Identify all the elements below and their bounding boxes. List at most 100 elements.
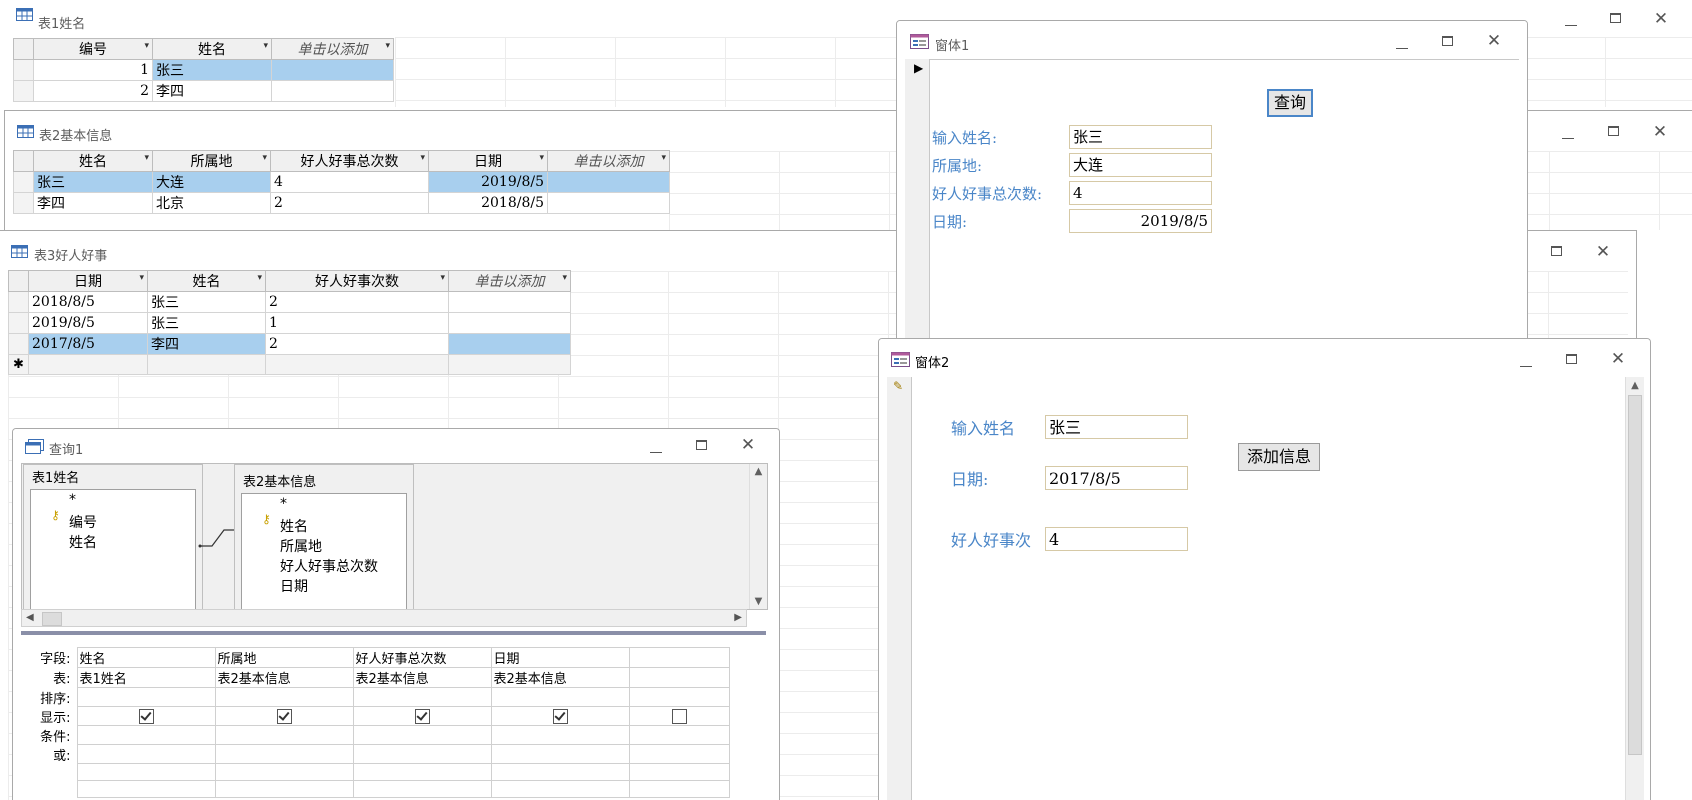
grid-cell-table[interactable]: 表1姓名 [76, 667, 216, 688]
show-checkbox[interactable] [671, 708, 687, 724]
minimize-icon[interactable] [645, 439, 667, 457]
select-all[interactable] [8, 270, 29, 292]
add-info-button[interactable]: 添加信息 [1238, 443, 1320, 471]
grid-cell-empty[interactable] [628, 780, 730, 798]
restore-icon[interactable] [1561, 351, 1583, 369]
table-row[interactable]: 1 张三 [13, 59, 394, 81]
grid-cell-sort[interactable] [214, 687, 354, 707]
field-item-name[interactable]: 姓名 [280, 516, 308, 536]
minimize-icon[interactable] [1515, 353, 1537, 371]
close-icon[interactable]: ✕ [1607, 350, 1629, 368]
grid-cell-or[interactable] [490, 744, 630, 764]
grid-cell-or[interactable] [214, 744, 354, 764]
grid-cell-or[interactable] [352, 744, 492, 764]
col-header-date[interactable]: 日期 ▾ [28, 270, 148, 292]
cell-date[interactable]: 2017/8/5 [28, 333, 148, 355]
query1-titlebar[interactable]: 查询1 ✕ [13, 429, 779, 459]
table1-datasheet[interactable]: 编号 ▾ 姓名 ▾ 单击以添加 ▾ 1 张三 2 李四 [13, 38, 394, 102]
cell-add[interactable] [448, 312, 571, 334]
grid-cell-field[interactable] [628, 647, 730, 668]
cell-date[interactable]: 2019/8/5 [428, 171, 548, 193]
table2-datasheet[interactable]: 姓名 ▾ 所属地 ▾ 好人好事总次数 ▾ 日期 ▾ 单击以添加 ▾ 张三 大连 4 201… [13, 150, 670, 214]
grid-cell-empty[interactable] [76, 780, 216, 798]
cell-name[interactable]: 张三 [33, 171, 153, 193]
close-icon[interactable]: ✕ [1649, 123, 1671, 141]
grid-cell-empty[interactable] [628, 763, 730, 781]
cell-count[interactable]: 1 [265, 312, 449, 334]
grid-cell-table[interactable]: 表2基本信息 [352, 667, 492, 688]
close-icon[interactable]: ✕ [1483, 32, 1505, 50]
scroll-down-icon[interactable]: ▼ [750, 596, 767, 607]
cell-date[interactable]: 2018/8/5 [428, 192, 548, 214]
cell-count[interactable]: 2 [265, 291, 449, 313]
record-selector[interactable] [8, 333, 29, 355]
record-selector[interactable] [13, 192, 34, 214]
name-field[interactable]: 张三 [1045, 415, 1188, 439]
col-header-name[interactable]: 姓名 ▾ [33, 150, 153, 172]
show-checkbox[interactable] [552, 708, 568, 724]
record-selector[interactable] [13, 171, 34, 193]
record-selector[interactable] [13, 59, 34, 81]
grid-cell-criteria[interactable] [490, 725, 630, 745]
scroll-up-icon[interactable]: ▲ [1626, 380, 1644, 391]
cell-count[interactable]: 2 [270, 192, 429, 214]
date-field[interactable]: 2017/8/5 [1045, 466, 1188, 490]
record-selector[interactable] [8, 291, 29, 313]
col-header-add[interactable]: 单击以添加 ▾ [448, 270, 571, 292]
col-header-name[interactable]: 姓名 ▾ [147, 270, 266, 292]
minimize-icon[interactable] [1560, 12, 1582, 30]
close-icon[interactable]: ✕ [737, 436, 759, 454]
cell-add[interactable] [547, 192, 670, 214]
field-item-date[interactable]: 日期 [280, 576, 308, 596]
select-all[interactable] [13, 38, 34, 60]
grid-cell-field[interactable]: 日期 [490, 647, 630, 668]
grid-cell-empty[interactable] [352, 763, 492, 781]
table-row[interactable]: 张三 大连 4 2019/8/5 [13, 171, 670, 193]
form1-window[interactable]: 窗体1 ✕ ▶ 查询 输入姓名: 张三 所属地: 大连 好人好事总次数: 4 日… [896, 20, 1528, 340]
cell-date[interactable]: 2018/8/5 [28, 291, 148, 313]
cell-date[interactable] [28, 354, 148, 375]
cell-id[interactable]: 1 [33, 59, 153, 81]
grid-cell-or[interactable] [628, 744, 730, 764]
close-icon[interactable]: ✕ [1650, 10, 1672, 28]
cell-date[interactable]: 2019/8/5 [28, 312, 148, 334]
field-item-name[interactable]: 姓名 [69, 532, 97, 552]
grid-cell-empty[interactable] [352, 780, 492, 798]
scroll-up-icon[interactable]: ▲ [750, 466, 767, 477]
cell-name[interactable]: 李四 [152, 80, 272, 102]
grid-cell-empty[interactable] [76, 763, 216, 781]
col-header-id[interactable]: 编号 ▾ [33, 38, 153, 60]
minimize-icon[interactable] [1391, 35, 1413, 53]
cell-name[interactable]: 张三 [147, 291, 266, 313]
new-record-row[interactable]: ✱ [8, 354, 571, 375]
grid-cell-empty[interactable] [490, 763, 630, 781]
field-list-table1[interactable]: 表1姓名 * ⚷ 编号 姓名 [23, 464, 203, 609]
cell-name[interactable]: 张三 [152, 59, 272, 81]
grid-cell-table[interactable]: 表2基本信息 [214, 667, 354, 688]
scroll-right-icon[interactable]: ▶ [734, 612, 742, 623]
grid-cell-field[interactable]: 好人好事总次数 [352, 647, 492, 668]
form2-record-selector-bar[interactable]: ✎ [887, 377, 912, 800]
cell-name[interactable]: 李四 [147, 333, 266, 355]
scroll-left-icon[interactable]: ◀ [26, 612, 34, 623]
col-header-count[interactable]: 好人好事次数 ▾ [265, 270, 449, 292]
field-item-id[interactable]: 编号 [69, 512, 97, 532]
grid-cell-sort[interactable] [628, 687, 730, 707]
cell-add[interactable] [448, 291, 571, 313]
cell-add[interactable] [547, 171, 670, 193]
restore-icon[interactable] [1546, 243, 1568, 261]
grid-cell-sort[interactable] [490, 687, 630, 707]
field-item-place[interactable]: 所属地 [280, 536, 322, 556]
table-row[interactable]: 2019/8/5 张三 1 [8, 312, 571, 334]
scroll-thumb[interactable] [42, 612, 62, 626]
grid-cell-criteria[interactable] [214, 725, 354, 745]
pane-vertical-scrollbar[interactable]: ▲ ▼ [749, 464, 767, 609]
date-field[interactable]: 2019/8/5 [1069, 209, 1212, 233]
cell-count[interactable]: 4 [270, 171, 429, 193]
grid-cell-field[interactable]: 姓名 [76, 647, 216, 668]
grid-cell-or[interactable] [76, 744, 216, 764]
cell-id[interactable]: 2 [33, 80, 153, 102]
field-item-all[interactable]: * [69, 492, 76, 508]
restore-icon[interactable] [1603, 123, 1625, 141]
show-checkbox[interactable] [414, 708, 430, 724]
